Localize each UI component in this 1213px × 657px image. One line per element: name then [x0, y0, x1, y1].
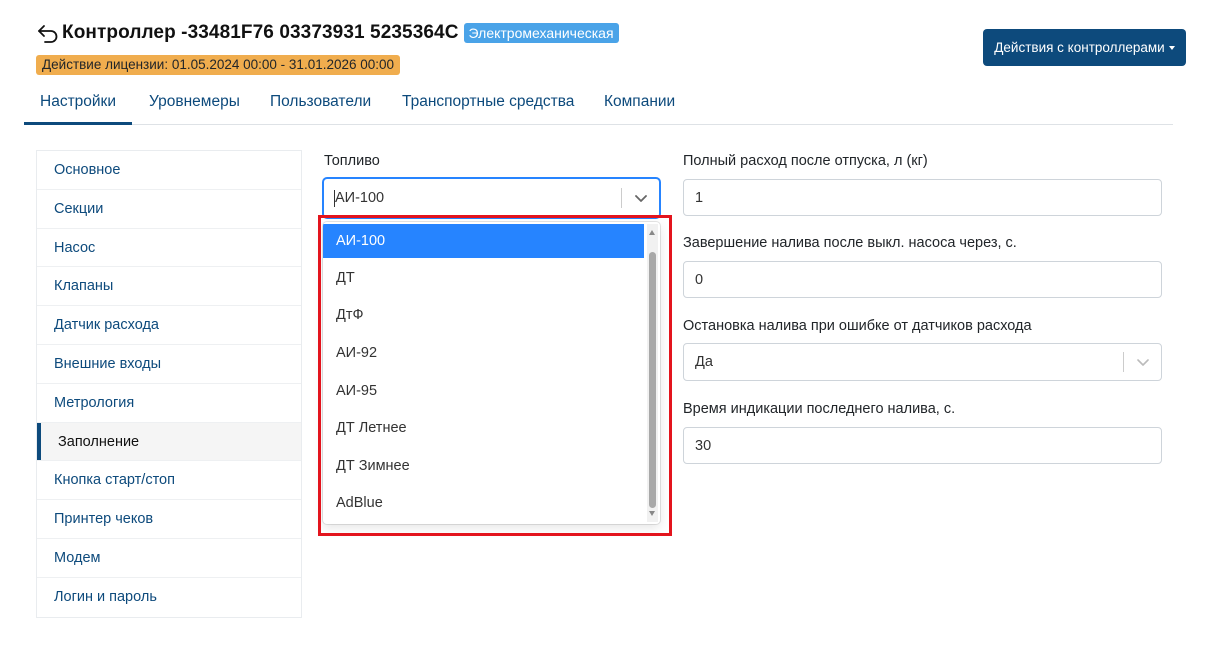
finish-filling-input[interactable]: 0 — [683, 261, 1162, 298]
fuel-option[interactable]: AdBlue — [323, 486, 644, 520]
fuel-option[interactable]: АИ-95 — [323, 374, 644, 408]
fuel-option[interactable]: ДТ Летнее — [323, 411, 644, 445]
sidebar-item-sections[interactable]: Секции — [37, 190, 301, 229]
tab-companies[interactable]: Компании — [604, 82, 675, 122]
chevron-down-icon[interactable] — [1135, 354, 1151, 370]
chevron-down-icon[interactable] — [633, 190, 649, 206]
stop-on-error-label: Остановка налива при ошибке от датчиков … — [683, 318, 1032, 334]
sidebar-item-main[interactable]: Основное — [37, 151, 301, 190]
page-title: Контроллер -33481F76 03373931 5235364C — [62, 22, 459, 43]
full-consumption-value: 1 — [695, 190, 704, 206]
tab-vehicles[interactable]: Транспортные средства — [402, 82, 574, 122]
sidebar-item-flow-sensor[interactable]: Датчик расхода — [37, 306, 301, 345]
indication-time-input[interactable]: 30 — [683, 427, 1162, 464]
tab-users[interactable]: Пользователи — [270, 82, 371, 122]
page-header: Контроллер -33481F76 03373931 5235364C Э… — [36, 20, 619, 46]
scroll-down-icon[interactable] — [649, 511, 655, 516]
sidebar-item-start-stop-button[interactable]: Кнопка старт/стоп — [37, 461, 301, 501]
back-arrow-icon[interactable] — [36, 22, 60, 44]
fuel-option[interactable]: ДТ — [323, 261, 644, 295]
sidebar-item-modem[interactable]: Модем — [37, 539, 301, 578]
controller-actions-button[interactable]: Действия с контроллерами — [983, 29, 1186, 66]
sidebar-item-valves[interactable]: Клапаны — [37, 267, 301, 307]
sidebar-item-pump[interactable]: Насос — [37, 229, 301, 268]
indication-time-label: Время индикации последнего налива, с. — [683, 401, 956, 417]
fuel-select-value: АИ-100 — [335, 190, 385, 206]
tabs-bar: Настройки Уровнемеры Пользователи Трансп… — [24, 82, 1173, 125]
settings-sidebar: Основное Секции Насос Клапаны Датчик рас… — [36, 150, 302, 618]
indication-time-value: 30 — [695, 438, 712, 454]
finish-filling-value: 0 — [695, 272, 704, 288]
select-separator — [1123, 352, 1124, 372]
full-consumption-input[interactable]: 1 — [683, 179, 1162, 216]
select-separator — [621, 188, 622, 208]
scroll-up-icon[interactable] — [649, 230, 655, 235]
title-row: Контроллер -33481F76 03373931 5235364C Э… — [36, 20, 619, 46]
stop-on-error-select[interactable]: Да — [683, 343, 1162, 381]
fuel-option[interactable]: ДТ Зимнее — [323, 449, 644, 483]
full-consumption-label: Полный расход после отпуска, л (кг) — [683, 153, 928, 169]
controller-type-badge: Электромеханическая — [463, 23, 619, 43]
fuel-option[interactable]: ДтФ — [323, 298, 644, 332]
stop-on-error-value: Да — [695, 354, 713, 370]
fuel-option[interactable]: АИ-100 — [323, 224, 644, 258]
controller-actions-label: Действия с контроллерами — [994, 40, 1165, 55]
fuel-label: Топливо — [324, 153, 380, 169]
tab-settings[interactable]: Настройки — [24, 82, 133, 125]
sidebar-item-filling[interactable]: Заполнение — [37, 422, 301, 462]
finish-filling-label: Завершение налива после выкл. насоса чер… — [683, 235, 1017, 251]
sidebar-item-login-password[interactable]: Логин и пароль — [37, 578, 301, 617]
dropdown-scrollbar[interactable] — [647, 224, 658, 522]
scroll-thumb[interactable] — [649, 252, 656, 508]
tab-level-gauges[interactable]: Уровнемеры — [149, 82, 240, 122]
fuel-select[interactable]: АИ-100 — [323, 178, 660, 218]
caret-down-icon — [1168, 45, 1175, 50]
sidebar-item-receipt-printer[interactable]: Принтер чеков — [37, 500, 301, 539]
license-badge: Действие лицензии: 01.05.2024 00:00 - 31… — [36, 55, 401, 75]
sidebar-item-external-inputs[interactable]: Внешние входы — [37, 345, 301, 384]
fuel-dropdown-menu: АИ-100 ДТ ДтФ АИ-92 АИ-95 ДТ Летнее ДТ З… — [323, 222, 660, 524]
fuel-option[interactable]: АИ-92 — [323, 336, 644, 370]
sidebar-item-metrology[interactable]: Метрология — [37, 384, 301, 423]
